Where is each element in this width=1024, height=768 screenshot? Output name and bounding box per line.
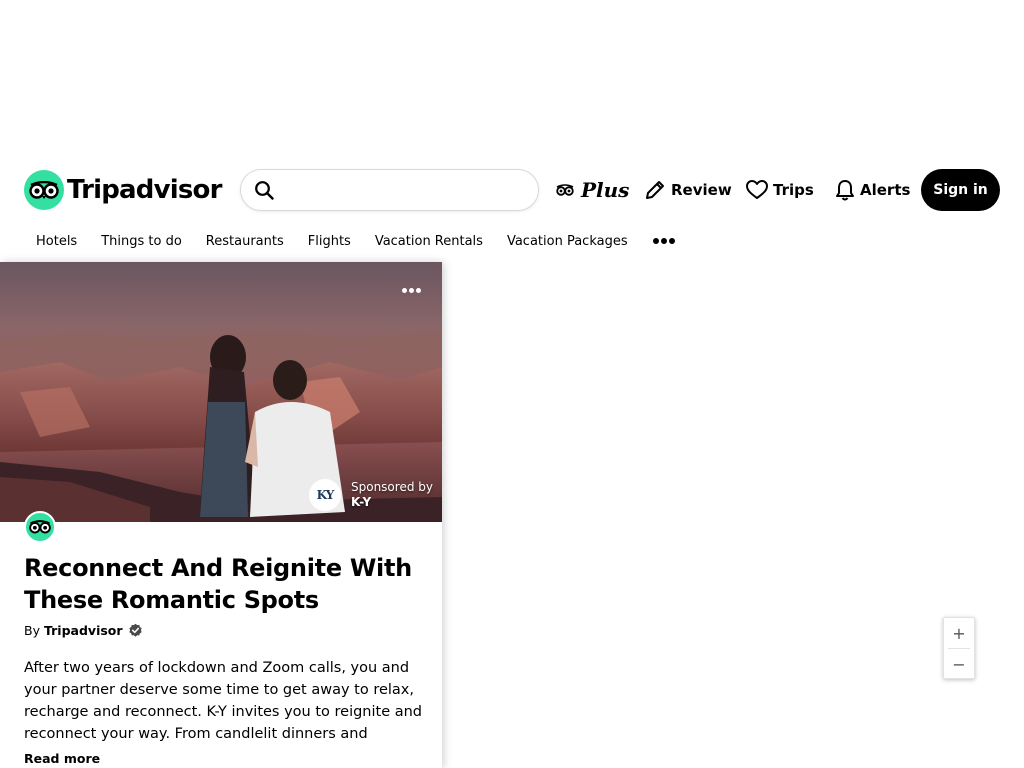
byline-author[interactable]: Tripadvisor [44,623,123,638]
byline-prefix: By [24,623,40,638]
more-dots-icon[interactable] [640,231,688,251]
author-avatar [24,511,56,543]
search-icon [253,179,275,201]
alerts-label: Alerts [860,181,911,199]
search-bar[interactable] [240,169,539,211]
owl-plus-icon [556,184,574,196]
verified-badge-icon [128,623,143,638]
sponsor-logo: KY [309,479,341,511]
plus-label: Plus [581,178,630,202]
sponsored-by-label: Sponsored by [351,480,433,494]
more-dots-icon[interactable] [401,282,422,298]
nav-item-hotels[interactable]: Hotels [24,234,89,249]
owl-logo-icon [29,520,51,534]
nav-item-restaurants[interactable]: Restaurants [194,234,296,249]
nav-item-things-to-do[interactable]: Things to do [89,234,194,249]
sign-in-button[interactable]: Sign in [921,169,1000,211]
ad-banner-space [0,0,1024,160]
nav-item-vacation-rentals[interactable]: Vacation Rentals [363,234,495,249]
alerts-link[interactable]: Alerts [835,170,910,210]
zoom-out-button[interactable]: − [944,649,974,679]
article-description: After two years of lockdown and Zoom cal… [24,660,423,742]
review-label: Review [671,181,732,199]
search-input[interactable] [281,171,524,209]
nav-item-vacation-packages[interactable]: Vacation Packages [495,234,640,249]
map-zoom-control: + − [943,617,975,679]
pencil-icon [644,179,666,201]
trips-link[interactable]: Trips [746,170,814,210]
sponsor-name: K-Y [351,495,372,509]
logo-wordmark: Tripadvisor [67,175,222,205]
sponsor-tag: KY Sponsored by K-Y [309,479,433,511]
nav-item-flights[interactable]: Flights [296,234,363,249]
zoom-in-button[interactable]: + [944,618,974,648]
read-more-link[interactable]: Read more [24,751,100,766]
card-hero-image[interactable]: KY Sponsored by K-Y [0,262,442,522]
tripadvisor-plus-link[interactable]: Plus [556,170,629,210]
category-nav: Hotels Things to do Restaurants Flights … [24,220,688,262]
heart-icon [746,180,768,200]
article-title[interactable]: Reconnect And Reignite With These Romant… [24,552,419,616]
review-link[interactable]: Review [644,170,732,210]
trips-label: Trips [773,181,814,199]
top-header: Tripadvisor Plus Review Trips Alerts Sig… [0,160,1024,220]
article-byline: By Tripadvisor [24,623,143,638]
owl-logo-icon [24,170,64,210]
bell-icon [835,179,855,201]
tripadvisor-logo[interactable]: Tripadvisor [24,170,222,210]
sponsored-article-card[interactable]: KY Sponsored by K-Y Reconnect And Reigni… [0,262,442,768]
